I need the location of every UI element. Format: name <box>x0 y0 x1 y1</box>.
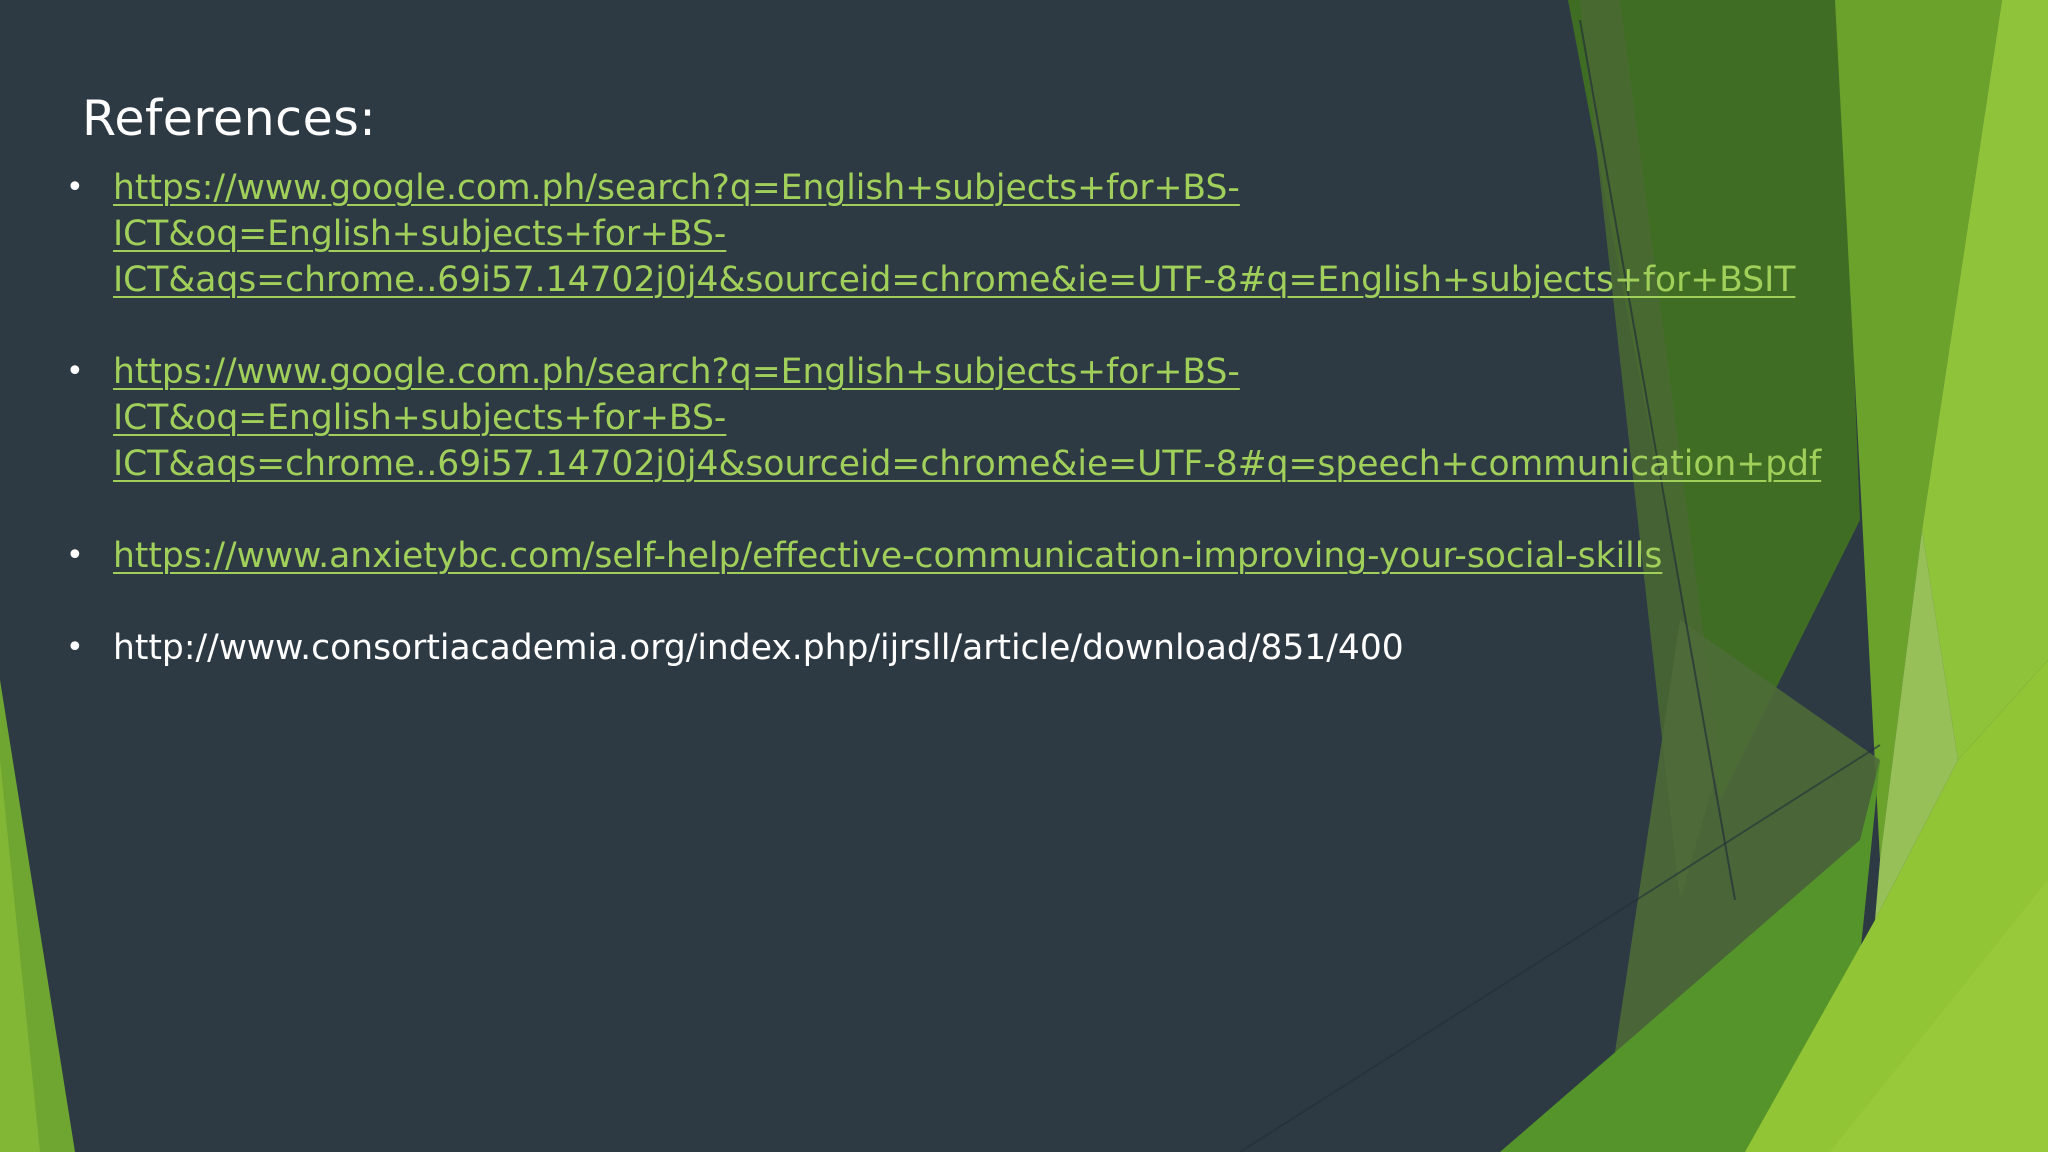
reference-item-1: • https://www.google.com.ph/search?q=Eng… <box>66 165 1833 303</box>
reference-link-1[interactable]: https://www.google.com.ph/search?q=Engli… <box>113 168 1795 300</box>
bullet-icon: • <box>66 354 84 389</box>
reference-link-1-line-1[interactable]: https://www.google.com.ph/search?q=Engli… <box>113 168 1240 254</box>
reference-item-3: • https://www.anxietybc.com/self-help/ef… <box>66 533 1833 579</box>
bullet-icon: • <box>66 170 84 205</box>
bullet-icon: • <box>66 630 84 665</box>
bullet-icon: • <box>66 538 84 573</box>
reference-link-3-line-1[interactable]: https://www.anxietybc.com/self-help/effe… <box>113 536 1662 576</box>
reference-text-4: http://www.consortiacademia.org/index.ph… <box>113 628 1404 668</box>
slide: References: • https://www.google.com.ph/… <box>0 0 2048 1152</box>
reference-link-2-line-2[interactable]: ICT&aqs=chrome..69i57.14702j0j4&sourceid… <box>113 444 1821 484</box>
reference-link-2-line-1[interactable]: https://www.google.com.ph/search?q=Engli… <box>113 352 1240 438</box>
slide-title: References: <box>82 90 377 147</box>
reference-link-2[interactable]: https://www.google.com.ph/search?q=Engli… <box>113 352 1821 484</box>
reference-link-3[interactable]: https://www.anxietybc.com/self-help/effe… <box>113 536 1662 576</box>
reference-list: • https://www.google.com.ph/search?q=Eng… <box>66 165 1833 717</box>
reference-item-4: • http://www.consortiacademia.org/index.… <box>66 625 1833 671</box>
reference-item-2: • https://www.google.com.ph/search?q=Eng… <box>66 349 1833 487</box>
reference-link-1-line-2[interactable]: ICT&aqs=chrome..69i57.14702j0j4&sourceid… <box>113 260 1795 300</box>
